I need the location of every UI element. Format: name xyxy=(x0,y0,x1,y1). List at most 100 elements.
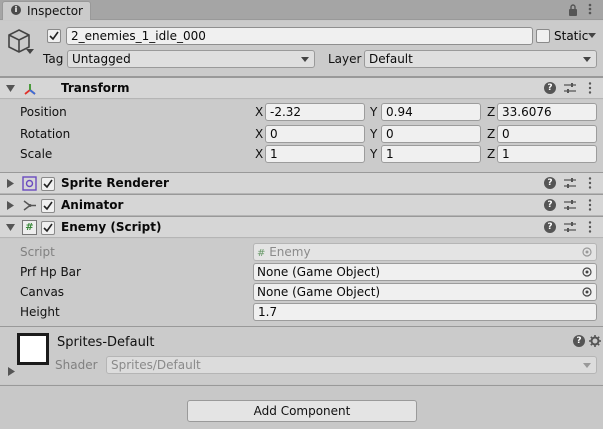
scale-x-axis: X xyxy=(255,147,264,161)
position-x-axis: X xyxy=(255,105,264,119)
help-icon[interactable]: ? xyxy=(544,82,556,94)
scale-label: Scale xyxy=(20,147,53,161)
tab-inspector[interactable]: i Inspector xyxy=(2,1,91,20)
inspector-footer: Add Component xyxy=(0,385,603,429)
gameobject-header: 2_enemies_1_idle_000 Static Tag Untagged… xyxy=(0,21,603,77)
scale-x-field[interactable]: 1 xyxy=(265,145,365,163)
object-picker-icon[interactable] xyxy=(582,287,592,297)
chevron-down-icon xyxy=(301,57,309,62)
position-y-field[interactable]: 0.94 xyxy=(381,103,481,121)
animator-header[interactable]: Animator ? xyxy=(0,194,603,216)
layer-value: Default xyxy=(369,52,413,66)
static-dropdown-icon[interactable] xyxy=(588,33,596,39)
tag-label: Tag xyxy=(43,52,64,66)
canvas-field[interactable]: None (Game Object) xyxy=(253,283,597,301)
kebab-menu-icon[interactable] xyxy=(588,82,592,94)
script-field: # Enemy xyxy=(253,243,597,261)
presets-icon[interactable] xyxy=(564,82,576,94)
kebab-menu-icon[interactable] xyxy=(588,199,592,211)
gameobject-active-checkbox[interactable] xyxy=(47,29,61,43)
transform-title: Transform xyxy=(61,81,130,95)
checkmark-icon xyxy=(43,223,53,233)
material-name: Sprites-Default xyxy=(57,335,155,350)
checkmark-icon xyxy=(43,201,53,211)
position-y-axis: Y xyxy=(370,105,378,119)
gear-icon[interactable] xyxy=(589,335,601,347)
rotation-y-field[interactable]: 0 xyxy=(381,125,481,143)
position-label: Position xyxy=(20,105,67,119)
enemy-script-title: Enemy (Script) xyxy=(61,220,162,234)
checkmark-icon xyxy=(49,31,59,41)
presets-icon[interactable] xyxy=(564,199,576,211)
gameobject-name-field[interactable]: 2_enemies_1_idle_000 xyxy=(66,27,533,45)
scale-z-axis: Z xyxy=(487,147,496,161)
sprite-renderer-title: Sprite Renderer xyxy=(61,176,169,190)
prf-hp-bar-value: None (Game Object) xyxy=(257,265,381,279)
shader-dropdown: Sprites/Default xyxy=(106,356,597,374)
fold-closed-icon[interactable] xyxy=(7,367,15,376)
presets-icon[interactable] xyxy=(564,221,576,233)
rotation-z-field[interactable]: 0 xyxy=(497,125,597,143)
animator-icon xyxy=(23,200,36,211)
animator-enabled-checkbox[interactable] xyxy=(41,199,55,213)
sprite-renderer-enabled-checkbox[interactable] xyxy=(41,177,55,191)
tag-dropdown[interactable]: Untagged xyxy=(67,50,315,68)
prf-hp-bar-field[interactable]: None (Game Object) xyxy=(253,263,597,281)
material-section: Sprites-Default ? Shader Sprites/Default xyxy=(0,326,603,384)
prf-hp-bar-label: Prf Hp Bar xyxy=(20,265,81,279)
fold-open-icon[interactable] xyxy=(6,84,15,93)
scale-y-field[interactable]: 1 xyxy=(381,145,481,163)
layer-dropdown[interactable]: Default xyxy=(364,50,597,68)
sprite-renderer-header[interactable]: Sprite Renderer ? xyxy=(0,172,603,194)
shader-value: Sprites/Default xyxy=(111,358,201,372)
static-label: Static xyxy=(554,29,589,43)
enemy-script-header[interactable]: # Enemy (Script) ? xyxy=(0,216,603,238)
tag-value: Untagged xyxy=(72,52,131,66)
chevron-down-icon[interactable] xyxy=(26,49,34,55)
transform-body: Position X -2.32 Y 0.94 Z 33.6076 Rotati… xyxy=(0,100,603,172)
position-z-field[interactable]: 33.6076 xyxy=(497,103,597,121)
lock-icon[interactable] xyxy=(567,3,579,17)
rotation-z-axis: Z xyxy=(487,127,496,141)
checkmark-icon xyxy=(43,179,53,189)
material-preview[interactable] xyxy=(17,333,49,365)
script-hash-icon: # xyxy=(257,248,266,259)
script-hash-icon: # xyxy=(22,220,37,235)
rotation-label: Rotation xyxy=(20,127,71,141)
kebab-menu-icon[interactable] xyxy=(588,177,592,189)
position-x-field[interactable]: -2.32 xyxy=(265,103,365,121)
chevron-down-icon xyxy=(583,57,591,62)
add-component-button[interactable]: Add Component xyxy=(187,400,417,422)
fold-closed-icon[interactable] xyxy=(6,179,15,188)
enemy-script-body: Script # Enemy Prf Hp Bar None (Game Obj… xyxy=(0,239,603,326)
script-label: Script xyxy=(20,245,55,259)
enemy-script-enabled-checkbox[interactable] xyxy=(41,221,55,235)
help-icon[interactable]: ? xyxy=(544,221,556,233)
fold-closed-icon[interactable] xyxy=(6,201,15,210)
shader-label: Shader xyxy=(55,358,98,372)
height-field[interactable]: 1.7 xyxy=(253,303,597,321)
tab-inspector-label: Inspector xyxy=(27,4,83,18)
scale-z-field[interactable]: 1 xyxy=(497,145,597,163)
animator-title: Animator xyxy=(61,198,124,212)
rotation-x-field[interactable]: 0 xyxy=(265,125,365,143)
scale-y-axis: Y xyxy=(370,147,378,161)
rotation-y-axis: Y xyxy=(370,127,378,141)
canvas-label: Canvas xyxy=(20,285,65,299)
sprite-renderer-icon xyxy=(22,176,37,191)
canvas-value: None (Game Object) xyxy=(257,285,381,299)
help-icon[interactable]: ? xyxy=(544,199,556,211)
help-icon[interactable]: ? xyxy=(573,335,585,347)
object-picker-icon[interactable] xyxy=(582,267,592,277)
presets-icon[interactable] xyxy=(564,177,576,189)
info-icon: i xyxy=(11,5,21,15)
fold-open-icon[interactable] xyxy=(6,223,15,232)
transform-header[interactable]: Transform ? xyxy=(0,77,603,99)
help-icon[interactable]: ? xyxy=(544,177,556,189)
transform-axis-icon xyxy=(24,84,36,95)
kebab-menu-icon[interactable] xyxy=(584,2,596,16)
object-picker-icon xyxy=(582,247,592,257)
kebab-menu-icon[interactable] xyxy=(588,221,592,233)
height-label: Height xyxy=(20,305,60,319)
static-checkbox[interactable] xyxy=(536,29,550,43)
